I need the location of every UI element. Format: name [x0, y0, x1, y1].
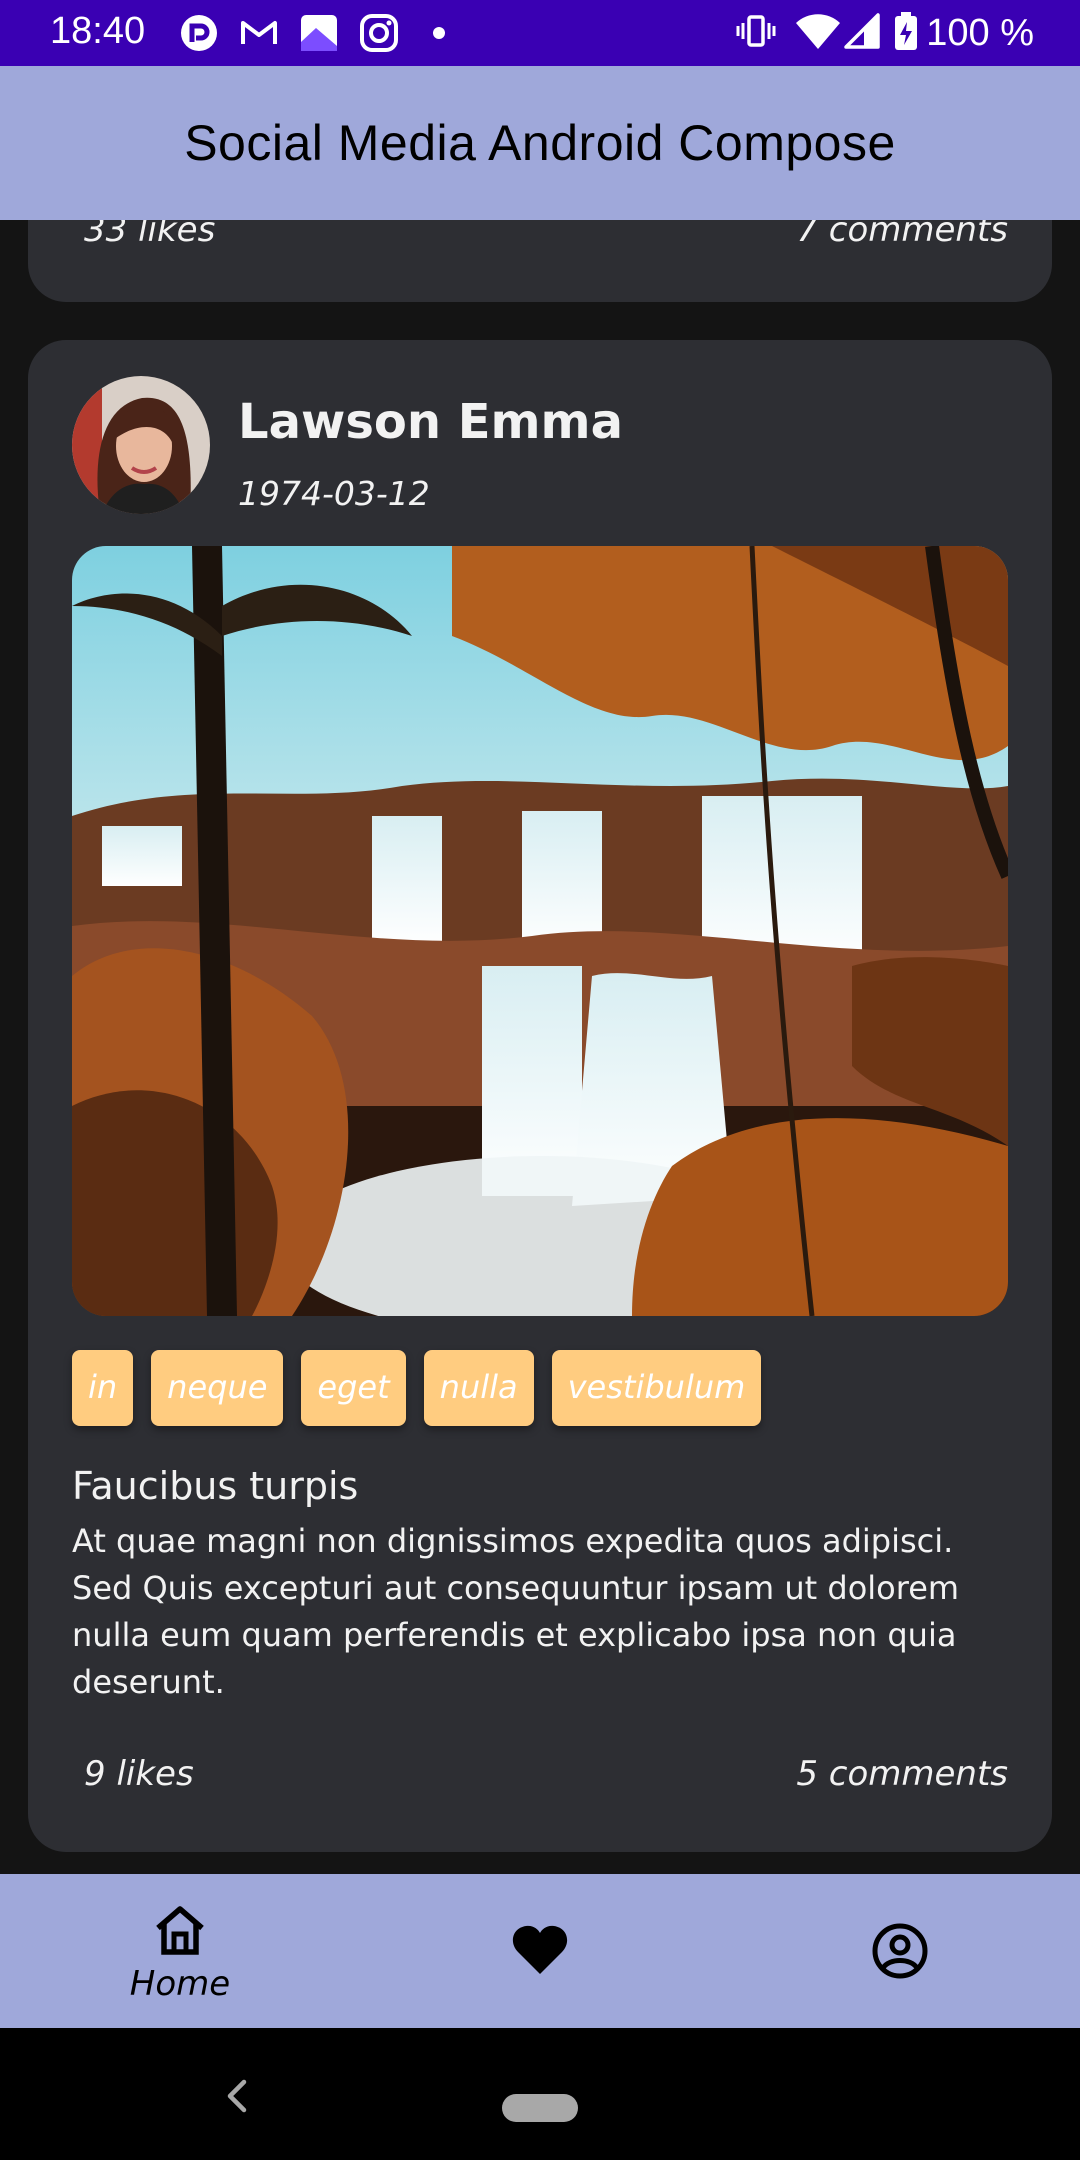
- author-name[interactable]: Lawson Emma: [238, 394, 623, 450]
- tag-list: in neque eget nulla vestibulum: [72, 1350, 779, 1426]
- status-time: 18:40: [50, 10, 146, 52]
- tag-chip[interactable]: nulla: [423, 1350, 534, 1426]
- tag-chip[interactable]: in: [72, 1350, 134, 1426]
- nav-item-home[interactable]: Home: [80, 1874, 280, 2028]
- post-body: At quae magni non dignissimos expedita q…: [72, 1522, 960, 1701]
- dot-icon: [418, 12, 460, 54]
- vibrate-icon: [736, 11, 776, 55]
- app-notification-icon: [178, 12, 220, 54]
- instagram-icon: [358, 12, 400, 54]
- post-title: Faucibus turpis: [72, 1464, 359, 1508]
- app-bar: Social Media Android Compose: [0, 66, 1080, 220]
- nav-item-favorites[interactable]: [440, 1874, 640, 2028]
- likes-count[interactable]: 9 likes: [84, 1754, 194, 1794]
- tag-chip[interactable]: vestibulum: [551, 1350, 762, 1426]
- nav-label-home: Home: [129, 1964, 231, 2004]
- app-title: Social Media Android Compose: [184, 115, 896, 171]
- gmail-icon: [238, 12, 280, 54]
- post-date: 1974-03-12: [238, 474, 430, 513]
- tag-chip[interactable]: eget: [301, 1350, 406, 1426]
- account-circle-icon: [872, 1923, 928, 1979]
- battery-charging-icon: [894, 10, 918, 56]
- heart-icon: [512, 1925, 568, 1974]
- system-navigation-bar: [0, 2028, 1080, 2160]
- bottom-navigation: Home: [0, 1874, 1080, 2028]
- status-bar: 18:40 100 %: [0, 0, 1080, 66]
- gallery-icon: [298, 12, 340, 54]
- signal-icon: [844, 11, 880, 55]
- tag-chip[interactable]: neque: [151, 1350, 284, 1426]
- home-pill[interactable]: [502, 2094, 578, 2122]
- wifi-icon: [794, 11, 842, 55]
- post-image[interactable]: [72, 546, 1008, 1316]
- avatar[interactable]: [72, 376, 210, 514]
- nav-item-profile[interactable]: [800, 1874, 1000, 2028]
- comments-count[interactable]: 5 comments: [796, 1754, 1008, 1794]
- battery-percent: 100 %: [926, 11, 1034, 54]
- home-icon: [156, 1906, 204, 1955]
- post-card[interactable]: Lawson Emma 1974-03-12 in neque eget nul…: [28, 340, 1052, 1852]
- back-icon[interactable]: [222, 2076, 252, 2116]
